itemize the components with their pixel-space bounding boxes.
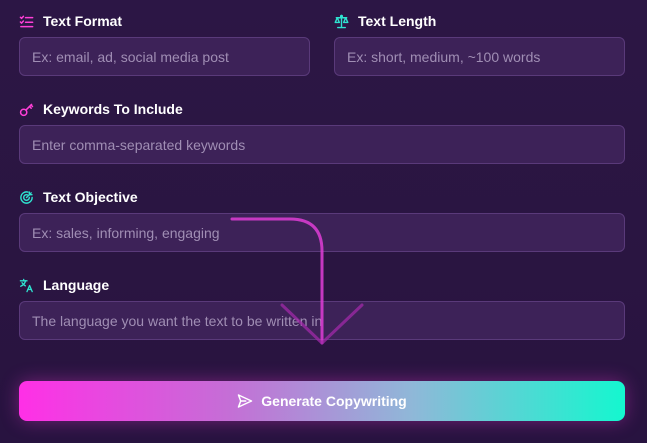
language-label: Language [19, 276, 109, 294]
language-input[interactable] [32, 312, 612, 329]
scale-icon [334, 14, 349, 29]
text-length-label-text: Text Length [358, 13, 437, 29]
keywords-field[interactable] [19, 125, 625, 164]
send-icon [237, 393, 253, 409]
generate-button-label: Generate Copywriting [261, 393, 407, 409]
objective-input[interactable] [32, 224, 612, 241]
keywords-input[interactable] [32, 136, 612, 153]
text-length-label: Text Length [334, 12, 436, 30]
text-format-label-text: Text Format [43, 13, 123, 29]
generate-copywriting-button[interactable]: Generate Copywriting [19, 381, 625, 421]
language-field[interactable] [19, 301, 625, 340]
checklist-icon [19, 14, 34, 29]
translate-icon [19, 278, 34, 293]
text-format-input[interactable] [32, 48, 297, 65]
copywriting-form-page: Text Format Text Length [0, 0, 647, 443]
text-format-field[interactable] [19, 37, 310, 76]
key-icon [19, 102, 34, 117]
text-length-field[interactable] [334, 37, 625, 76]
language-label-text: Language [43, 277, 110, 293]
objective-field[interactable] [19, 213, 625, 252]
text-format-label: Text Format [19, 12, 122, 30]
keywords-label-text: Keywords To Include [43, 101, 183, 117]
target-icon [19, 190, 34, 205]
objective-label: Text Objective [19, 188, 138, 206]
objective-label-text: Text Objective [43, 189, 138, 205]
text-length-input[interactable] [347, 48, 612, 65]
keywords-label: Keywords To Include [19, 100, 183, 118]
